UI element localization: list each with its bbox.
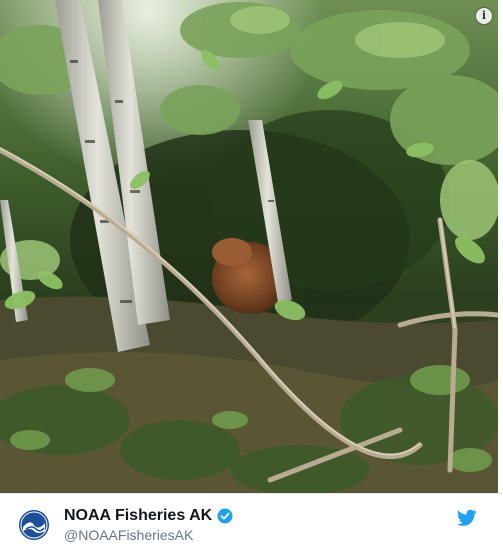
- verified-badge-icon: [217, 508, 233, 524]
- divider: [0, 493, 503, 494]
- name-row: NOAA Fisheries AK: [64, 507, 233, 525]
- info-icon[interactable]: i: [476, 8, 492, 24]
- noaa-logo-icon[interactable]: [18, 509, 50, 541]
- author-display-name[interactable]: NOAA Fisheries AK: [64, 507, 212, 525]
- twitter-bird-icon[interactable]: [456, 509, 477, 527]
- embedded-tweet-card: i NOAA Fisheries AK @NOAAFisheriesAK: [0, 0, 503, 560]
- forest-bear-image: [0, 0, 498, 493]
- author-names: NOAA Fisheries AK @NOAAFisheriesAK: [64, 507, 233, 543]
- tweet-photo[interactable]: i: [0, 0, 498, 493]
- author-handle[interactable]: @NOAAFisheriesAK: [64, 527, 233, 543]
- tweet-author: NOAA Fisheries AK @NOAAFisheriesAK: [18, 505, 485, 545]
